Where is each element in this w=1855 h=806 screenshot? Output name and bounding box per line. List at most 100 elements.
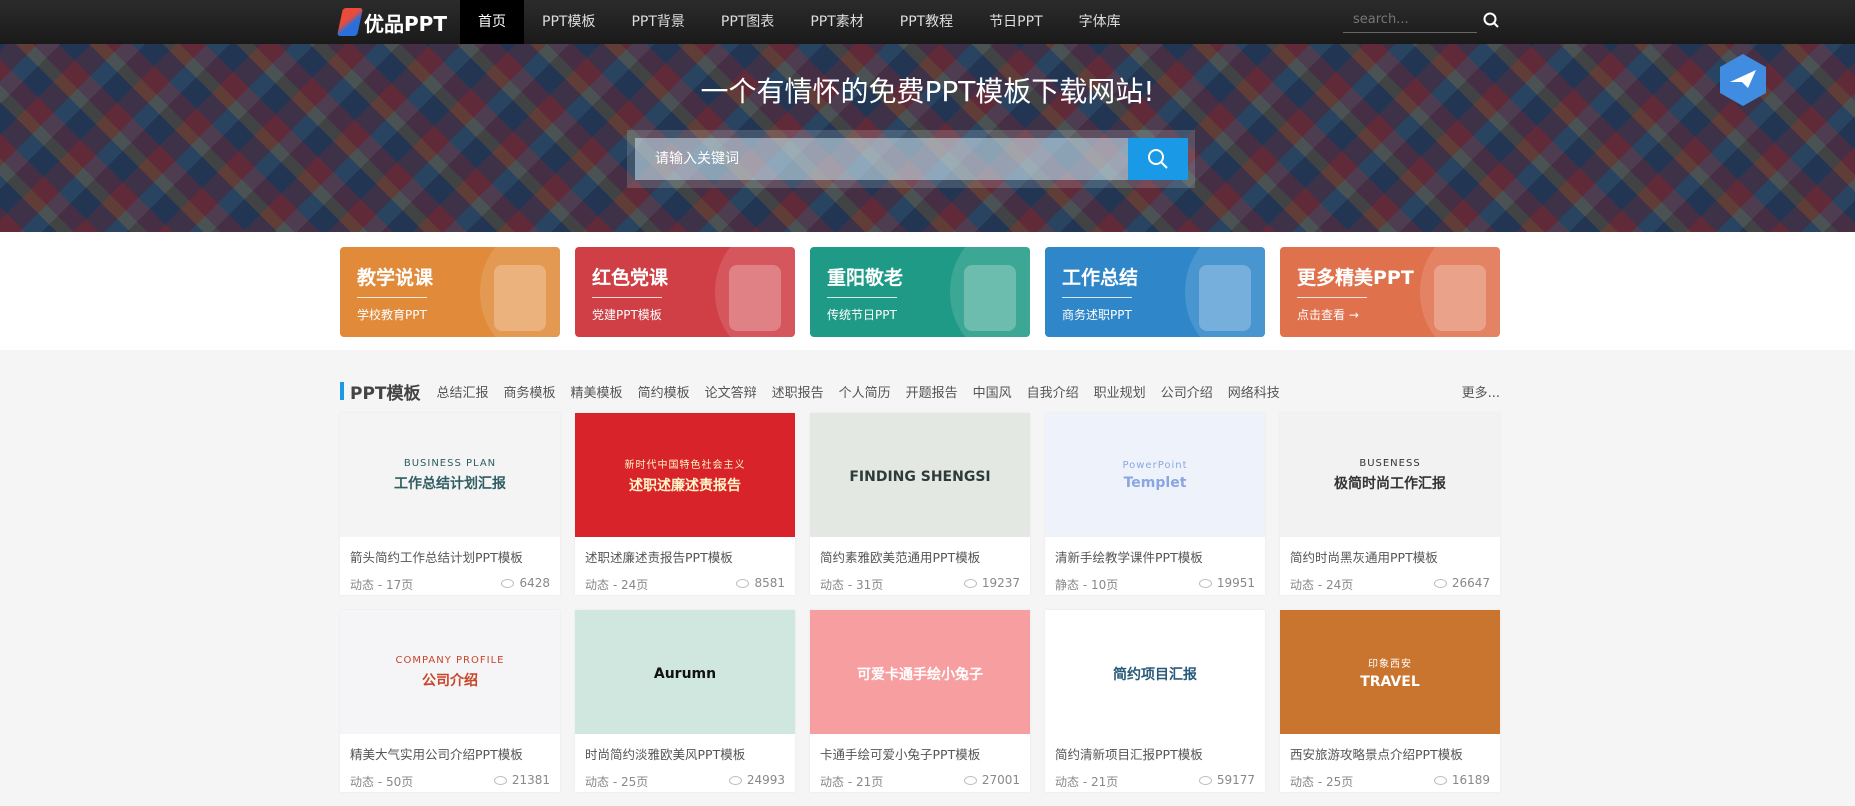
search-icon bbox=[1148, 149, 1168, 169]
hero-search-button[interactable] bbox=[1128, 138, 1188, 180]
section-tag[interactable]: 自我介绍 bbox=[1027, 382, 1079, 401]
category-subtitle: 商务述职PPT bbox=[1062, 308, 1132, 322]
more-link[interactable]: 更多... bbox=[1462, 382, 1500, 401]
top-nav: 优品PPT 首页 PPT模板 PPT背景 PPT图表 PPT素材 PPT教程 节日PPT 字体… bbox=[0, 0, 1855, 44]
thumbnail-title: 极简时尚工作汇报 bbox=[1334, 475, 1446, 492]
section-tag[interactable]: 商务模板 bbox=[504, 382, 556, 401]
section-tag[interactable]: 论文答辩 bbox=[705, 382, 757, 401]
nav-item[interactable]: PPT图表 bbox=[703, 0, 792, 44]
search-icon[interactable] bbox=[1482, 11, 1500, 29]
template-title[interactable]: 时尚简约淡雅欧美风PPT模板 bbox=[575, 734, 795, 763]
nav-item[interactable]: 节日PPT bbox=[971, 0, 1060, 44]
template-meta: 动态 - 17页 6428 bbox=[340, 566, 560, 593]
template-title[interactable]: 精美大气实用公司介绍PPT模板 bbox=[340, 734, 560, 763]
view-count: 59177 bbox=[1198, 773, 1255, 790]
thumbnail-title: 可爱卡通手绘小兔子 bbox=[857, 667, 983, 683]
nav-search-input[interactable]: search... bbox=[1343, 9, 1477, 33]
thumbnail-caption: BUSINESS PLAN bbox=[403, 457, 497, 469]
thumbnail-title: 公司介绍 bbox=[422, 672, 478, 689]
category-card[interactable]: 工作总结 商务述职PPT bbox=[1045, 247, 1265, 337]
view-count: 16189 bbox=[1433, 773, 1490, 790]
section-tag[interactable]: 网络科技 bbox=[1228, 382, 1280, 401]
section-tag[interactable]: 述职报告 bbox=[772, 382, 824, 401]
template-meta: 静态 - 10页 19951 bbox=[1045, 566, 1265, 593]
template-info: 动态 - 31页 bbox=[820, 578, 884, 592]
nav-menu: 首页 PPT模板 PPT背景 PPT图表 PPT素材 PPT教程 节日PPT 字体库 bbox=[460, 0, 1139, 44]
template-thumbnail[interactable]: 印象西安 TRAVEL bbox=[1280, 610, 1500, 734]
eye-icon bbox=[963, 579, 977, 588]
view-count: 21381 bbox=[493, 773, 550, 790]
nav-item[interactable]: 字体库 bbox=[1061, 0, 1139, 44]
template-title[interactable]: 述职述廉述责报告PPT模板 bbox=[575, 537, 795, 566]
view-count-value: 24993 bbox=[746, 773, 785, 787]
divider bbox=[1062, 297, 1132, 298]
section-tag[interactable]: 总结汇报 bbox=[437, 382, 489, 401]
template-card[interactable]: Aurumn 时尚简约淡雅欧美风PPT模板 动态 - 25页 24993 bbox=[575, 610, 795, 792]
template-card[interactable]: 可爱卡通手绘小兔子卡通手绘可爱小兔子PPT模板动态 - 21页 27001 bbox=[810, 610, 1030, 792]
thumbnail-caption: PowerPoint bbox=[1122, 459, 1188, 471]
section-tag[interactable]: 简约模板 bbox=[638, 382, 690, 401]
view-count-value: 16189 bbox=[1451, 773, 1490, 787]
category-card[interactable]: 教学说课 学校教育PPT bbox=[340, 247, 560, 337]
template-info: 动态 - 25页 bbox=[1290, 775, 1354, 789]
template-card[interactable]: 简约项目汇报 简约清新项目汇报PPT模板 动态 - 21页 59177 bbox=[1045, 610, 1265, 792]
template-info: 动态 - 21页 bbox=[820, 775, 884, 789]
section-tag[interactable]: 职业规划 bbox=[1094, 382, 1146, 401]
template-card[interactable]: PowerPoint Templet 清新手绘教学课件PPT模板 静态 - 10页 19… bbox=[1045, 413, 1265, 595]
template-title[interactable]: 箭头简约工作总结计划PPT模板 bbox=[340, 537, 560, 566]
view-count: 8581 bbox=[736, 576, 785, 593]
eye-icon bbox=[963, 776, 977, 785]
site-logo[interactable]: 优品PPT bbox=[337, 6, 447, 38]
section-tag[interactable]: 中国风 bbox=[973, 382, 1012, 401]
section-tag[interactable]: 开题报告 bbox=[906, 382, 958, 401]
template-card[interactable]: COMPANY PROFILE 公司介绍 精美大气实用公司介绍PPT模板 动态 - 5… bbox=[340, 610, 560, 792]
template-card[interactable]: 新时代中国特色社会主义 述职述廉述责报告 述职述廉述责报告PPT模板 动态 - 24页… bbox=[575, 413, 795, 595]
section-tag[interactable]: 公司介绍 bbox=[1161, 382, 1213, 401]
template-thumbnail[interactable]: Aurumn bbox=[575, 610, 795, 734]
logo-text: 优品PPT bbox=[364, 11, 447, 36]
category-title: 红色党课 bbox=[592, 267, 669, 289]
nav-item[interactable]: PPT素材 bbox=[792, 0, 881, 44]
section-tag[interactable]: 精美模板 bbox=[571, 382, 623, 401]
template-thumbnail[interactable]: PowerPoint Templet bbox=[1045, 413, 1265, 537]
divider bbox=[357, 297, 427, 298]
template-thumbnail[interactable]: FINDING SHENGSI bbox=[810, 413, 1030, 537]
template-thumbnail[interactable]: 简约项目汇报 bbox=[1045, 610, 1265, 734]
view-count: 26647 bbox=[1433, 576, 1490, 593]
hero-search-input[interactable]: 请输入关键词 bbox=[635, 138, 1131, 180]
template-title[interactable]: 简约清新项目汇报PPT模板 bbox=[1045, 734, 1265, 763]
thumbnail-caption: BUSENESS bbox=[1359, 457, 1421, 469]
hero-search: 请输入关键词 bbox=[627, 130, 1195, 188]
template-card[interactable]: BUSENESS 极简时尚工作汇报 简约时尚黑灰通用PPT模板 动态 - 24页 266… bbox=[1280, 413, 1500, 595]
template-thumbnail[interactable]: 新时代中国特色社会主义 述职述廉述责报告 bbox=[575, 413, 795, 537]
template-title[interactable]: 西安旅游攻略景点介绍PPT模板 bbox=[1280, 734, 1500, 763]
template-meta: 动态 - 25页 16189 bbox=[1280, 763, 1500, 790]
section-title: PPT模板 bbox=[350, 383, 421, 404]
category-card[interactable]: 重阳敬老 传统节日PPT bbox=[810, 247, 1030, 337]
template-card[interactable]: 印象西安 TRAVEL 西安旅游攻略景点介绍PPT模板动态 - 25页 16189 bbox=[1280, 610, 1500, 792]
template-title[interactable]: 简约素雅欧美范通用PPT模板 bbox=[810, 537, 1030, 566]
bird-logo-icon[interactable] bbox=[1718, 52, 1768, 108]
thumbnail-title: 简约项目汇报 bbox=[1113, 667, 1197, 683]
nav-item[interactable]: 首页 bbox=[460, 0, 524, 44]
nav-item[interactable]: PPT教程 bbox=[882, 0, 971, 44]
section-tag[interactable]: 个人简历 bbox=[839, 382, 891, 401]
category-subtitle: 传统节日PPT bbox=[827, 308, 897, 322]
template-thumbnail[interactable]: COMPANY PROFILE 公司介绍 bbox=[340, 610, 560, 734]
template-thumbnail[interactable]: BUSINESS PLAN 工作总结计划汇报 bbox=[340, 413, 560, 537]
nav-item[interactable]: PPT模板 bbox=[524, 0, 613, 44]
category-illustration bbox=[964, 265, 1016, 331]
template-thumbnail[interactable]: 可爱卡通手绘小兔子 bbox=[810, 610, 1030, 734]
template-card[interactable]: BUSINESS PLAN 工作总结计划汇报 箭头简约工作总结计划PPT模板 动态 -… bbox=[340, 413, 560, 595]
template-thumbnail[interactable]: BUSENESS 极简时尚工作汇报 bbox=[1280, 413, 1500, 537]
thumbnail-title: Templet bbox=[1123, 474, 1187, 491]
view-count-value: 27001 bbox=[981, 773, 1020, 787]
template-title[interactable]: 卡通手绘可爱小兔子PPT模板 bbox=[810, 734, 1030, 763]
category-card[interactable]: 红色党课 党建PPT模板 bbox=[575, 247, 795, 337]
category-card[interactable]: 更多精美PPT 点击查看 → bbox=[1280, 247, 1500, 337]
template-card[interactable]: FINDING SHENGSI 简约素雅欧美范通用PPT模板 动态 - 31页 192… bbox=[810, 413, 1030, 595]
nav-item[interactable]: PPT背景 bbox=[613, 0, 702, 44]
template-title[interactable]: 简约时尚黑灰通用PPT模板 bbox=[1280, 537, 1500, 566]
eye-icon bbox=[501, 579, 515, 588]
template-title[interactable]: 清新手绘教学课件PPT模板 bbox=[1045, 537, 1265, 566]
